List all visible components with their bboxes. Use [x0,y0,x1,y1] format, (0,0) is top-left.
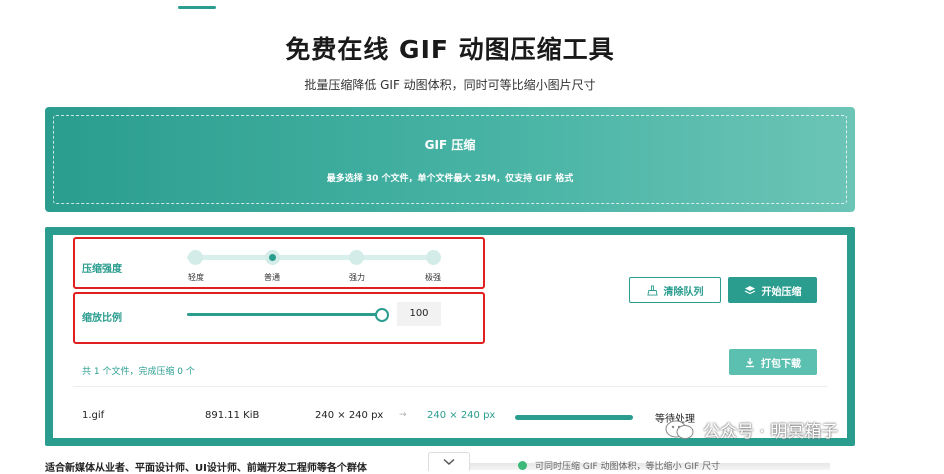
compression-panel-body: 压缩强度 轻度 普通 强力 极强 缩放比例 清除队列 [53,235,847,438]
active-tab-indicator [178,6,216,9]
file-progress-bar [515,415,633,420]
start-compress-button[interactable]: 开始压缩 [728,277,817,303]
watermark: 公众号 · 明冥箱子 [665,417,838,442]
divider [73,386,827,387]
wechat-icon [665,420,694,439]
original-dimensions: 240 × 240 px [315,410,384,421]
start-compress-label: 开始压缩 [761,286,802,298]
upload-dropzone[interactable]: GIF 压缩 最多选择 30 个文件，单个文件最大 25M，仅支持 GIF 格式 [45,107,855,212]
queue-summary: 共 1 个文件，完成压缩 0 个 [82,367,195,377]
highlight-scale-box [73,292,485,344]
dropzone-border [53,115,847,204]
broom-icon [646,284,658,296]
upload-title: GIF 压缩 [424,138,476,152]
download-all-button[interactable]: 打包下载 [729,349,817,375]
download-all-label: 打包下载 [761,358,801,370]
arrow-icon: → [399,410,407,420]
watermark-text: 公众号 · 明冥箱子 [703,422,839,442]
check-icon [518,461,527,470]
feature-text-right-label: 可同时压缩 GIF 动图体积，等比缩小 GIF 尺寸 [535,462,721,472]
page-subtitle: 批量压缩降低 GIF 动图体积，同时可等比缩小图片尺寸 [304,78,596,92]
upload-note: 最多选择 30 个文件，单个文件最大 25M，仅支持 GIF 格式 [326,174,574,184]
clear-queue-button[interactable]: 清除队列 [629,277,721,303]
compression-panel: 压缩强度 轻度 普通 强力 极强 缩放比例 清除队列 [45,227,855,446]
clear-queue-label: 清除队列 [663,286,704,298]
collapse-toggle[interactable] [428,452,470,471]
new-dimensions: 240 × 240 px [427,410,496,421]
file-name: 1.gif [82,410,105,421]
feature-text-right: 可同时压缩 GIF 动图体积，等比缩小 GIF 尺寸 [518,459,720,472]
file-size: 891.11 KiB [205,410,260,421]
highlight-strength-box [73,237,485,289]
chevron-down-icon [443,458,455,466]
page-title: 免费在线 GIF 动图压缩工具 [285,35,615,64]
layers-icon [744,286,755,295]
feature-text-left: 适合新媒体从业者、平面设计师、UI设计师、前端开发工程师等各个群体 [45,463,367,474]
download-icon [746,357,754,367]
